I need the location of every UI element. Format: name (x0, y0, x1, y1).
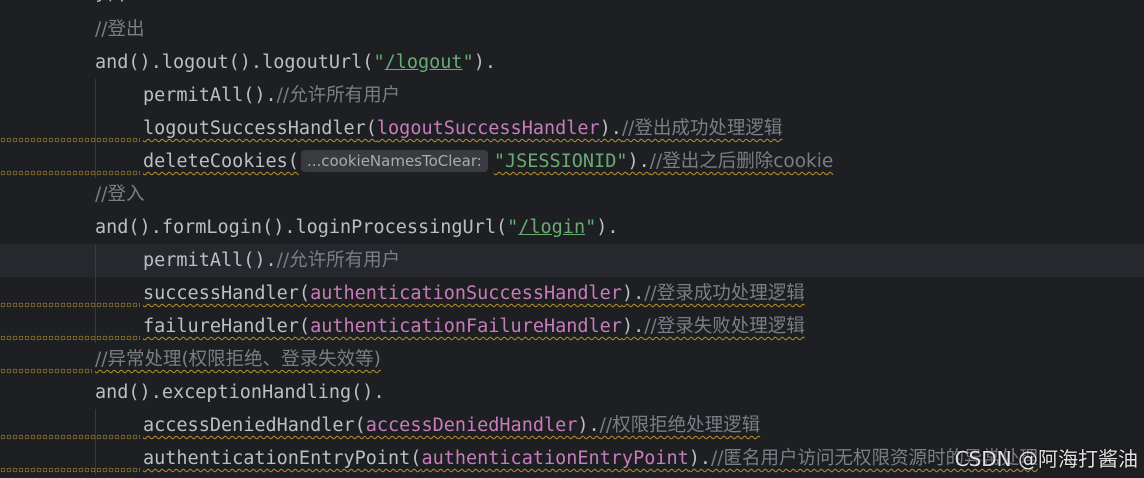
comment: //登出 (95, 19, 145, 40)
warning-underline: failureHandler(authenticationFailureHand… (143, 316, 805, 337)
code-text: //登入 (95, 178, 144, 211)
code-line[interactable]: and().logout().logoutUrl("/logout"). (0, 46, 1144, 79)
code-text: and().logout().logoutUrl("/logout"). (95, 46, 496, 79)
code-token: and().formLogin().loginProcessingUrl( (95, 217, 508, 238)
code-content: //登入 (95, 184, 144, 205)
comment: //登录成功处理逻辑 (644, 283, 805, 304)
code-token: deleteCookies( (143, 151, 299, 172)
code-token: permitAll(). (143, 250, 277, 271)
comment: //登出成功处理逻辑 (621, 118, 783, 139)
comment: //登录失败处理逻辑 (644, 316, 805, 337)
code-token: ). (627, 151, 650, 172)
code-token: and().exceptionHandling(). (95, 382, 385, 403)
code-token: ). (473, 52, 496, 73)
warning-underline: //异常处理(权限拒绝、登录失效等) (95, 349, 381, 370)
string-literal: "JSESSIONID" (493, 151, 628, 172)
url-link[interactable]: /logout (385, 52, 463, 73)
comment: //允许所有用户 (276, 85, 401, 106)
warning-underline-gutter (0, 368, 92, 374)
code-token: accessDeniedHandler( (143, 415, 366, 436)
code-text: deleteCookies(...cookieNamesToClear: "JSE… (143, 145, 833, 178)
warning-underline: logoutSuccessHandler(logoutSuccessHandle… (143, 118, 782, 139)
code-token: failureHandler( (143, 316, 311, 337)
code-content: and().formLogin().loginProcessingUrl("/l… (95, 217, 619, 238)
field-reference: authenticationFailureHandler (310, 316, 622, 337)
warning-underline-gutter (0, 170, 140, 176)
url-link[interactable]: /login (518, 217, 585, 238)
code-line[interactable]: logoutSuccessHandler(logoutSuccessHandle… (0, 112, 1144, 145)
field-reference: logoutSuccessHandler (376, 118, 600, 139)
comment: //权限拒绝处理逻辑 (599, 415, 761, 436)
code-token: ). (577, 415, 600, 436)
field-reference: authenticationSuccessHandler (310, 283, 622, 304)
code-text: and().formLogin().loginProcessingUrl("/l… (95, 211, 619, 244)
watermark: CSDN @阿海打酱油 (954, 447, 1138, 471)
code-text: permitAll().//允许所有用户 (143, 244, 400, 277)
warning-underline-gutter (0, 137, 140, 143)
code-token: and().logout().logoutUrl( (95, 52, 374, 73)
indent-guide (95, 79, 96, 112)
comment: //登出之后删除cookie (649, 151, 834, 172)
field-reference: authenticationEntryPoint (421, 448, 689, 469)
code-line[interactable]: accessDeniedHandler(accessDeniedHandler)… (0, 409, 1144, 442)
code-line[interactable]: deleteCookies(...cookieNamesToClear: "JSE… (0, 145, 1144, 178)
code-content: //登出 (95, 19, 144, 40)
code-content: permitAll().//允许所有用户 (143, 85, 400, 106)
code-line[interactable]: failureHandler(authenticationFailureHand… (0, 310, 1144, 343)
code-text: //登出 (95, 13, 144, 46)
code-content: and().logout().logoutUrl("/logout"). (95, 52, 496, 73)
code-text: and().exceptionHandling(). (95, 376, 385, 409)
code-text: failureHandler(authenticationFailureHand… (143, 310, 805, 343)
code-text: accessDeniedHandler(accessDeniedHandler)… (143, 409, 760, 442)
comment: //登入 (95, 184, 145, 205)
code-token: logoutSuccessHandler( (143, 118, 377, 139)
warning-underline: authenticationEntryPoint(authenticationE… (143, 448, 1038, 469)
code-line[interactable]: //登入 (0, 178, 1144, 211)
code-line[interactable]: permitAll().//允许所有用户 (0, 79, 1144, 112)
url-string-literal: "/login" (507, 217, 597, 238)
warning-underline-gutter (0, 434, 140, 440)
code-text: authenticationEntryPoint(authenticationE… (143, 442, 1038, 475)
field-reference: accessDeniedHandler (365, 415, 578, 436)
code-line[interactable]: permitAll().//允许所有用户 (0, 244, 1144, 277)
code-line[interactable]: //登出 (0, 13, 1144, 46)
code-line-fragment: }); (0, 0, 1144, 6)
code-token: ). (596, 217, 619, 238)
indent-guide (95, 244, 96, 277)
warning-underline: accessDeniedHandler(accessDeniedHandler)… (143, 415, 760, 436)
warning-underline: deleteCookies(...cookieNamesToClear: "JSE… (143, 150, 834, 172)
code-line[interactable]: //异常处理(权限拒绝、登录失效等) (0, 343, 1144, 376)
code-text: //异常处理(权限拒绝、登录失效等) (95, 343, 381, 376)
code-editor[interactable]: }); //登出 and().logout().logoutUrl("/logou… (0, 0, 1144, 478)
comment: //允许所有用户 (276, 250, 401, 271)
code-token: permitAll(). (143, 85, 277, 106)
code-text: logoutSuccessHandler(logoutSuccessHandle… (143, 112, 782, 145)
warning-underline-gutter (0, 335, 140, 341)
comment: //异常处理(权限拒绝、登录失效等) (95, 349, 381, 370)
code-text: }); (95, 0, 128, 6)
parameter-hint: ...cookieNamesToClear: (300, 150, 488, 172)
code-text: permitAll().//允许所有用户 (143, 79, 400, 112)
code-content: permitAll().//允许所有用户 (143, 250, 400, 271)
warning-underline-gutter (0, 467, 140, 473)
code-token: ). (621, 316, 645, 337)
code-text: successHandler(authenticationSuccessHand… (143, 277, 805, 310)
code-line[interactable]: and().formLogin().loginProcessingUrl("/l… (0, 211, 1144, 244)
url-string-literal: "/logout" (373, 52, 474, 73)
code-line[interactable]: and().exceptionHandling(). (0, 376, 1144, 409)
code-token: successHandler( (143, 283, 311, 304)
code-token: ). (621, 283, 645, 304)
code-content: and().exceptionHandling(). (95, 382, 385, 403)
warning-underline-gutter (0, 302, 140, 308)
code-token: ). (599, 118, 622, 139)
code-token: authenticationEntryPoint( (143, 448, 422, 469)
code-token: ). (688, 448, 712, 469)
code-line[interactable]: successHandler(authenticationSuccessHand… (0, 277, 1144, 310)
warning-underline: successHandler(authenticationSuccessHand… (143, 283, 805, 304)
